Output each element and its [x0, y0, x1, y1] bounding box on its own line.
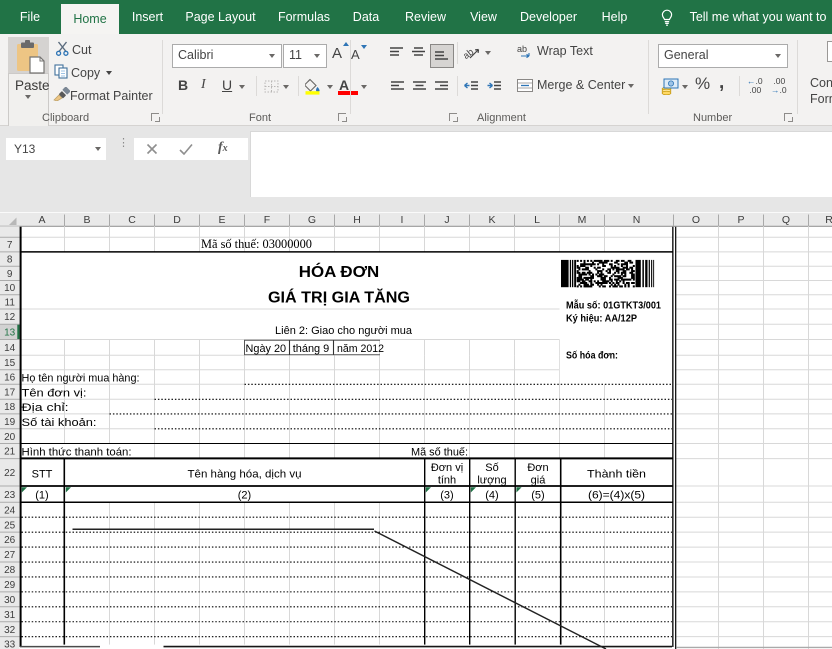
svg-text:Liên 2: Giao cho người mua: Liên 2: Giao cho người mua [275, 325, 413, 337]
svg-text:Hình thức thanh toán:: Hình thức thanh toán: [22, 446, 132, 458]
svg-text:Số: Số [485, 462, 498, 474]
svg-text:Thành tiền: Thành tiền [587, 468, 646, 480]
svg-text:năm 2012: năm 2012 [337, 343, 384, 355]
svg-text:G: G [308, 214, 316, 226]
svg-text:E: E [218, 214, 225, 226]
svg-text:O: O [692, 214, 700, 226]
svg-text:22: 22 [4, 468, 16, 479]
svg-text:32: 32 [4, 625, 16, 636]
svg-text:(4): (4) [485, 490, 498, 502]
svg-text:HÓA ĐƠN: HÓA ĐƠN [299, 263, 380, 281]
svg-text:29: 29 [4, 580, 16, 591]
svg-text:30: 30 [4, 595, 16, 606]
svg-text:R: R [825, 214, 832, 226]
svg-text:N: N [633, 214, 641, 226]
svg-text:K: K [488, 214, 495, 226]
svg-text:11: 11 [5, 297, 16, 308]
svg-text:19: 19 [4, 417, 16, 428]
svg-text:J: J [444, 214, 449, 226]
svg-text:ab: ab [517, 44, 527, 54]
svg-text:16: 16 [4, 373, 16, 384]
svg-text:M: M [578, 214, 587, 226]
svg-text:28: 28 [4, 565, 16, 576]
svg-text:18: 18 [4, 402, 16, 413]
svg-text:31: 31 [4, 610, 16, 621]
svg-text:Họ tên người mua hàng:: Họ tên người mua hàng: [22, 373, 140, 385]
svg-text:GIÁ TRỊ GIA TĂNG: GIÁ TRỊ GIA TĂNG [268, 290, 410, 307]
svg-text:(3): (3) [440, 490, 453, 502]
svg-text:(6)=(4)x(5): (6)=(4)x(5) [588, 490, 645, 502]
svg-text:20: 20 [4, 432, 16, 443]
svg-text:14: 14 [4, 343, 16, 354]
svg-text:Tên hàng hóa, dịch vụ: Tên hàng hóa, dịch vụ [188, 468, 302, 480]
svg-text:10: 10 [4, 283, 16, 294]
svg-text:7: 7 [7, 240, 13, 251]
svg-text:24: 24 [4, 505, 16, 516]
svg-text:Ký hiệu: AA/12P: Ký hiệu: AA/12P [566, 312, 637, 324]
svg-text:Đơn vị: Đơn vị [431, 462, 463, 474]
svg-text:33: 33 [4, 640, 16, 649]
svg-text:23: 23 [4, 490, 16, 501]
svg-text:(5): (5) [531, 490, 544, 502]
svg-text:Ngày 20: Ngày 20 [246, 343, 287, 355]
svg-text:Tên đơn vị:: Tên đơn vị: [22, 387, 87, 399]
svg-text:Số hóa đơn:: Số hóa đơn: [566, 349, 618, 361]
svg-text:26: 26 [4, 535, 16, 546]
svg-text:B: B [83, 214, 90, 226]
svg-text:L: L [534, 214, 540, 226]
svg-text:D: D [173, 214, 181, 226]
svg-text:Số tài khoản:: Số tài khoản: [22, 417, 97, 429]
svg-text:(1): (1) [35, 490, 48, 502]
svg-text:Mã số thuế:: Mã số thuế: [411, 446, 468, 458]
svg-text:8: 8 [7, 255, 13, 266]
svg-text:F: F [264, 214, 270, 226]
svg-text:25: 25 [4, 520, 16, 531]
svg-text:13: 13 [4, 327, 16, 338]
svg-text:P: P [737, 214, 744, 226]
svg-text:Đơn: Đơn [527, 462, 548, 474]
svg-text:Mã số thuế: 03000000: Mã số thuế: 03000000 [201, 237, 312, 251]
svg-text:STT: STT [32, 468, 53, 480]
svg-text:Q: Q [782, 214, 790, 226]
svg-text:9: 9 [7, 269, 13, 280]
svg-text:giá: giá [531, 474, 547, 486]
svg-text:15: 15 [4, 358, 16, 369]
svg-text:Mẫu số: 01GTKT3/001: Mẫu số: 01GTKT3/001 [566, 299, 661, 312]
svg-text:I: I [401, 214, 404, 226]
svg-text:A: A [38, 214, 45, 226]
svg-text:C: C [128, 214, 136, 226]
svg-text:tháng 9: tháng 9 [293, 343, 330, 355]
svg-text:tính: tính [438, 474, 456, 486]
svg-text:Địa chỉ:: Địa chỉ: [22, 402, 69, 414]
svg-text:17: 17 [4, 387, 16, 398]
svg-text:12: 12 [4, 312, 16, 323]
svg-text:lượng: lượng [477, 474, 506, 486]
svg-text:21: 21 [4, 447, 16, 458]
svg-text:(2): (2) [238, 490, 251, 502]
svg-text:27: 27 [4, 550, 16, 561]
svg-text:H: H [353, 214, 361, 226]
